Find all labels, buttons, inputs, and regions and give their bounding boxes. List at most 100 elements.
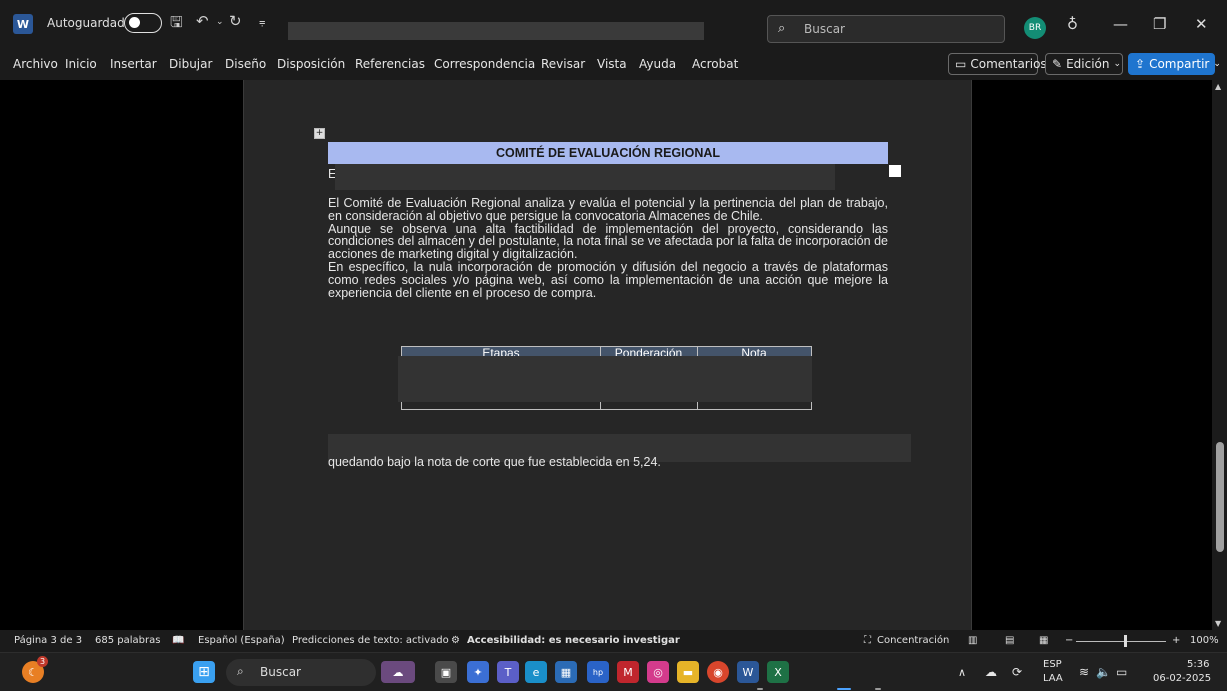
onedrive-icon[interactable]: ☁: [985, 665, 997, 679]
volume-icon[interactable]: 🔈: [1096, 665, 1111, 679]
clock-time[interactable]: 5:36: [1187, 659, 1209, 670]
undo-icon[interactable]: ↶: [196, 12, 209, 30]
edge-icon[interactable]: e: [525, 661, 547, 683]
zoom-out-icon[interactable]: −: [1065, 635, 1073, 646]
redo-icon[interactable]: ↻: [229, 12, 242, 30]
active-indicator: [837, 688, 851, 690]
wifi-icon[interactable]: ≋: [1079, 665, 1089, 679]
windows-start-icon[interactable]: ⊞: [193, 661, 215, 683]
menu-archivo[interactable]: Archivo: [13, 57, 58, 71]
word-count[interactable]: 685 palabras: [95, 635, 160, 646]
language-indicator[interactable]: ESP: [1043, 659, 1062, 670]
document-page[interactable]: + COMITÉ DE EVALUACIÓN REGIONAL E El Com…: [243, 80, 972, 630]
save-icon[interactable]: 🖫: [170, 12, 183, 37]
restore-icon[interactable]: ❐: [1153, 15, 1166, 33]
print-layout-icon[interactable]: ▤: [1005, 635, 1014, 646]
menu-dibujar[interactable]: Dibujar: [169, 57, 212, 71]
menu-insertar[interactable]: Insertar: [110, 57, 157, 71]
search-placeholder: Buscar: [804, 22, 845, 36]
tray-overflow-icon[interactable]: ∧: [958, 666, 966, 679]
minimize-icon[interactable]: —: [1113, 15, 1128, 33]
closing-sentence[interactable]: quedando bajo la nota de corte que fue e…: [328, 455, 661, 469]
text-predictions-status[interactable]: Predicciones de texto: activado: [292, 635, 449, 646]
word-app-icon[interactable]: W: [13, 14, 33, 34]
lightbulb-icon[interactable]: ♁: [1067, 15, 1078, 33]
search-icon: ⌕: [778, 21, 786, 36]
ribbon-menu-bar: Archivo Inicio Insertar Dibujar Diseño D…: [0, 48, 1227, 80]
document-canvas[interactable]: + COMITÉ DE EVALUACIÓN REGIONAL E El Com…: [0, 80, 1212, 630]
keyboard-layout[interactable]: LAA: [1043, 673, 1063, 684]
scroll-up-icon[interactable]: ▲: [1215, 82, 1221, 91]
zoom-level[interactable]: 100%: [1190, 635, 1219, 646]
task-view-icon[interactable]: ▣: [435, 661, 457, 683]
read-mode-icon[interactable]: ▥: [968, 635, 977, 646]
title-bar: W Autoguardado 🖫 ↶ ⌄ ↻ ⩦ ⌕ Buscar BR ♁ —…: [0, 0, 1227, 48]
committee-title[interactable]: COMITÉ DE EVALUACIÓN REGIONAL: [328, 142, 888, 164]
focus-mode[interactable]: Concentración: [877, 635, 949, 646]
accessibility-icon: ⚙: [451, 635, 460, 646]
zoom-slider[interactable]: [1076, 641, 1166, 642]
menu-correspondencia[interactable]: Correspondencia: [434, 57, 535, 71]
myhp-icon[interactable]: hp: [587, 661, 609, 683]
copilot-icon[interactable]: ✦: [467, 661, 489, 683]
avatar[interactable]: BR: [1024, 17, 1046, 39]
excel-taskbar-icon[interactable]: X: [767, 661, 789, 683]
battery-icon[interactable]: ▭: [1116, 665, 1127, 679]
menu-revisar[interactable]: Revisar: [541, 57, 585, 71]
table-resize-handle[interactable]: [889, 165, 901, 177]
menu-ayuda[interactable]: Ayuda: [639, 57, 676, 71]
share-button[interactable]: ⇪ Compartir ⌄: [1128, 53, 1221, 75]
page-count[interactable]: Página 3 de 3: [14, 635, 82, 646]
close-icon[interactable]: ✕: [1195, 15, 1208, 33]
accessibility-status[interactable]: Accesibilidad: es necesario investigar: [467, 635, 680, 646]
search-input[interactable]: ⌕ Buscar: [767, 15, 1005, 43]
teams-icon[interactable]: T: [497, 661, 519, 683]
weather-widget-icon[interactable]: ☁: [381, 661, 415, 683]
chrome-icon[interactable]: ◉: [707, 661, 729, 683]
edit-mode-button[interactable]: ✎ Edición ⌄: [1045, 53, 1123, 75]
table-move-handle-icon[interactable]: +: [314, 128, 325, 139]
search-icon: ⌕: [237, 664, 244, 678]
file-explorer-icon[interactable]: ▬: [677, 661, 699, 683]
proofing-icon[interactable]: 📖: [172, 635, 184, 646]
running-indicator: [757, 688, 763, 690]
menu-referencias[interactable]: Referencias: [355, 57, 425, 71]
notification-badge: 3: [37, 656, 48, 667]
paragraph[interactable]: Aunque se observa una alta factibilidad …: [328, 222, 888, 261]
comments-button[interactable]: ▭ Comentarios: [948, 53, 1047, 75]
scroll-down-icon[interactable]: ▼: [1215, 619, 1221, 628]
menu-acrobat[interactable]: Acrobat: [692, 57, 738, 71]
word-taskbar-icon[interactable]: W: [737, 661, 759, 683]
taskbar-search[interactable]: ⌕ Buscar: [226, 659, 376, 686]
scroll-thumb[interactable]: [1216, 442, 1224, 552]
menu-diseno[interactable]: Diseño: [225, 57, 266, 71]
store-icon[interactable]: ▦: [555, 661, 577, 683]
status-bar: Página 3 de 3 685 palabras 📖 Español (Es…: [0, 630, 1227, 652]
vertical-scrollbar[interactable]: ▲ ▼: [1212, 80, 1227, 630]
grades-table[interactable]: Etapas Ponderación Nota: [398, 346, 812, 410]
paragraph[interactable]: El Comité de Evaluación Regional analiza…: [328, 197, 888, 223]
share-icon: ⇪: [1135, 57, 1146, 71]
comment-icon: ▭: [955, 57, 967, 71]
instagram-icon[interactable]: ◎: [647, 661, 669, 683]
evaluation-paragraphs[interactable]: El Comité de Evaluación Regional analiza…: [328, 197, 888, 299]
menu-vista[interactable]: Vista: [597, 57, 627, 71]
edit-label: Edición: [1066, 57, 1110, 71]
zoom-in-icon[interactable]: +: [1172, 635, 1180, 646]
paragraph[interactable]: En específico, la nula incorporación de …: [328, 261, 888, 300]
web-layout-icon[interactable]: ▦: [1039, 635, 1048, 646]
undo-dropdown-icon[interactable]: ⌄: [216, 17, 224, 27]
clock-date[interactable]: 06-02-2025: [1153, 673, 1211, 684]
menu-disposicion[interactable]: Disposición: [277, 57, 345, 71]
redacted-block: [398, 356, 812, 402]
mcafee-icon[interactable]: M: [617, 661, 639, 683]
running-indicator: [875, 688, 881, 690]
windows-taskbar: ☾ 3 ⊞ ⌕ Buscar ☁ ▣ ✦ T e ▦ hp M ◎ ▬ ◉ W …: [0, 652, 1227, 691]
customize-qat-icon[interactable]: ⩦: [259, 15, 265, 29]
language-status[interactable]: Español (España): [198, 635, 285, 646]
autosave-toggle[interactable]: [124, 13, 162, 33]
menu-inicio[interactable]: Inicio: [65, 57, 97, 71]
zoom-slider-thumb[interactable]: [1124, 635, 1127, 647]
refresh-icon[interactable]: ⟳: [1012, 665, 1022, 679]
chevron-down-icon: ⌄: [1213, 59, 1221, 69]
